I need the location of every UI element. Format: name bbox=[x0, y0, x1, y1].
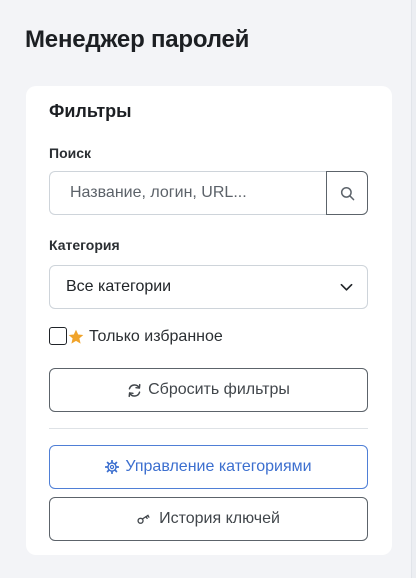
category-select-value: Все категории bbox=[66, 278, 172, 295]
search-button[interactable] bbox=[326, 171, 368, 215]
divider bbox=[49, 428, 368, 429]
key-icon bbox=[137, 513, 153, 525]
reset-filters-label: Сбросить фильтры bbox=[148, 381, 290, 398]
page-title: Менеджер паролей bbox=[25, 26, 250, 53]
gear-icon bbox=[105, 460, 120, 474]
filters-title: Фильтры bbox=[49, 101, 132, 121]
reset-filters-button[interactable]: Сбросить фильтры bbox=[49, 368, 368, 412]
star-icon bbox=[68, 329, 84, 345]
manage-categories-button[interactable]: Управление категориями bbox=[49, 445, 368, 489]
manage-categories-label: Управление категориями bbox=[125, 458, 312, 475]
key-history-button[interactable]: История ключей bbox=[49, 497, 368, 541]
refresh-icon bbox=[127, 383, 142, 398]
favorites-filter: Только избранное bbox=[49, 326, 223, 348]
search-input[interactable] bbox=[49, 171, 326, 215]
search-label: Поиск bbox=[49, 145, 92, 161]
favorites-label: Только избранное bbox=[89, 328, 223, 345]
key-history-label: История ключей bbox=[159, 510, 280, 527]
search-group bbox=[49, 171, 368, 215]
adjacent-panel-edge bbox=[411, 0, 416, 578]
category-label: Категория bbox=[49, 237, 120, 253]
category-select[interactable]: Все категории bbox=[49, 265, 368, 309]
search-icon bbox=[340, 186, 355, 201]
filters-card: Фильтры Поиск Категория Все категории bbox=[26, 86, 392, 555]
favorites-checkbox[interactable] bbox=[49, 326, 67, 345]
chevron-down-icon bbox=[340, 283, 353, 292]
